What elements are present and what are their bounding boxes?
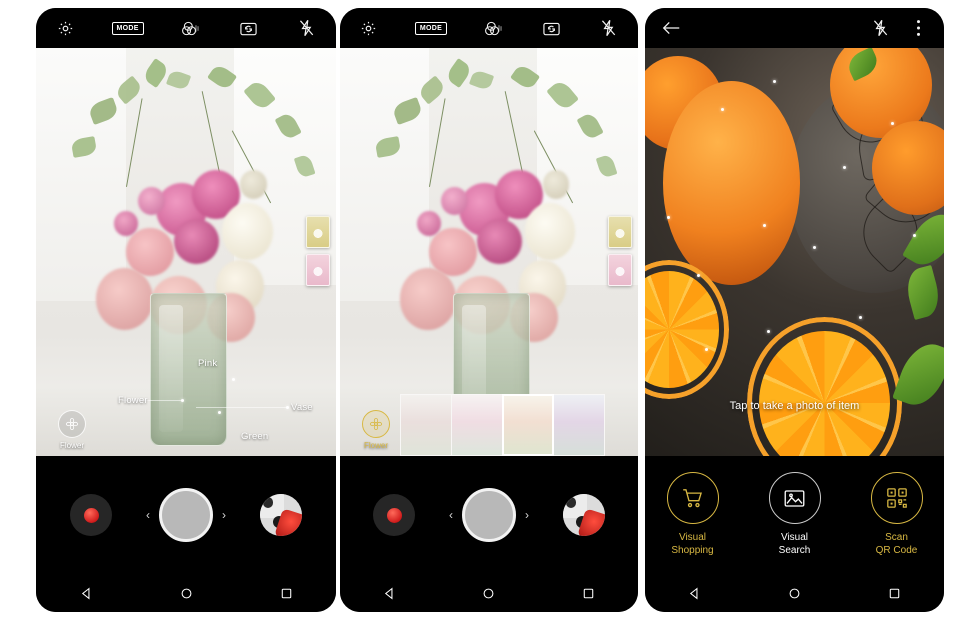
flash-off-icon[interactable] [597, 16, 621, 40]
nav-recents-icon[interactable] [275, 582, 297, 604]
camera-top-toolbar: MODE [36, 8, 336, 48]
scan-qr-button[interactable]: Scan QR Code [859, 472, 935, 557]
visual-shopping-button[interactable]: Visual Shopping [655, 472, 731, 557]
visual-shopping-line2: Shopping [671, 545, 714, 556]
mode-button[interactable]: MODE [111, 21, 144, 35]
screenshot-stage: MODE Pink Flower Vase Green Flower ‹ › M… [0, 0, 980, 620]
visual-search-line2: Search [778, 545, 811, 556]
suggestion-card-gold[interactable] [608, 216, 632, 248]
filter-thumb-4[interactable] [553, 394, 605, 456]
background-wall-left [36, 48, 126, 301]
android-nav-bar [340, 574, 638, 612]
nav-back-icon[interactable] [75, 582, 97, 604]
scene-mode-label: Flower [363, 441, 388, 450]
overflow-menu-icon[interactable] [906, 16, 930, 40]
android-nav-bar [645, 574, 944, 612]
switch-camera-icon[interactable] [539, 16, 563, 40]
visual-search-label: Visual Search [757, 531, 833, 557]
prev-mode-chevron-icon[interactable]: ‹ [146, 509, 150, 521]
next-mode-chevron-icon[interactable]: › [525, 509, 529, 521]
filter-thumb-1[interactable] [400, 394, 452, 456]
capture-hint-text: Tap to take a photo of item [729, 400, 860, 412]
settings-gear-icon[interactable] [357, 16, 381, 40]
ai-label-flower: Flower [118, 395, 148, 406]
visual-search-viewfinder[interactable]: Tap to take a photo of item [645, 48, 944, 456]
vase-highlight [159, 305, 183, 432]
camera-viewfinder[interactable]: Pink Flower Vase Green Flower [36, 48, 336, 456]
android-nav-bar [36, 574, 336, 612]
visual-search-button[interactable]: Visual Search [757, 472, 833, 557]
record-button[interactable] [70, 494, 112, 536]
oranges-photo [645, 48, 944, 456]
record-dot-icon [386, 507, 402, 523]
scan-qr-line1: Scan [885, 532, 908, 543]
nav-home-icon[interactable] [783, 582, 805, 604]
qr-code-icon [870, 472, 923, 524]
scene-mode-badge[interactable]: Flower [354, 410, 398, 450]
flower-photo [36, 48, 336, 456]
flower-icon [58, 410, 86, 438]
scan-qr-label: Scan QR Code [859, 531, 935, 557]
phone-panel-ai-cam-filters: MODE Flower ‹ › [340, 8, 638, 612]
suggestion-card-list [306, 216, 330, 286]
scene-mode-badge[interactable]: Flower [50, 410, 94, 450]
suggestion-card-list [608, 216, 632, 286]
settings-gear-icon[interactable] [53, 16, 77, 40]
camera-viewfinder[interactable]: Flower [340, 48, 638, 456]
nav-back-icon[interactable] [684, 582, 706, 604]
filter-thumb-2[interactable] [451, 394, 503, 456]
phone-panel-ai-cam: MODE Pink Flower Vase Green Flower ‹ › [36, 8, 336, 612]
camera-top-toolbar: MODE [340, 8, 638, 48]
filter-thumb-3[interactable] [502, 394, 554, 456]
color-filter-icon[interactable] [481, 16, 505, 40]
camera-control-bar: ‹ › [340, 456, 638, 574]
nav-back-icon[interactable] [379, 582, 401, 604]
scan-qr-line2: QR Code [875, 545, 918, 556]
record-button[interactable] [373, 494, 415, 536]
filter-filmstrip [400, 394, 605, 456]
switch-camera-icon[interactable] [236, 16, 260, 40]
visual-search-action-row: Visual Shopping Visual Search Scan QR Co… [645, 456, 944, 574]
nav-recents-icon[interactable] [883, 582, 905, 604]
phone-panel-visual-search: Tap to take a photo of item Visual Shopp… [645, 8, 944, 612]
shopping-cart-icon [666, 472, 719, 524]
suggestion-card-pink[interactable] [306, 254, 330, 286]
visual-shopping-line1: Visual [678, 532, 707, 543]
ai-label-pink: Pink [198, 358, 218, 369]
mode-button[interactable]: MODE [414, 21, 448, 35]
gallery-thumbnail[interactable] [563, 494, 605, 536]
scene-mode-label: Flower [59, 441, 84, 450]
record-dot-icon [83, 507, 99, 523]
visual-search-top-toolbar [645, 8, 944, 48]
nav-home-icon[interactable] [175, 582, 197, 604]
shutter-group: ‹ › [449, 488, 529, 542]
ai-label-green: Green [241, 431, 269, 442]
flash-off-icon[interactable] [295, 16, 319, 40]
prev-mode-chevron-icon[interactable]: ‹ [449, 509, 453, 521]
gallery-thumbnail[interactable] [260, 494, 302, 536]
flash-off-icon[interactable] [868, 16, 892, 40]
next-mode-chevron-icon[interactable]: › [222, 509, 226, 521]
shutter-group: ‹ › [146, 488, 226, 542]
visual-shopping-label: Visual Shopping [655, 531, 731, 557]
color-filter-icon[interactable] [178, 16, 202, 40]
shutter-button[interactable] [159, 488, 213, 542]
shutter-button[interactable] [462, 488, 516, 542]
visual-search-line1: Visual [780, 532, 809, 543]
nav-home-icon[interactable] [478, 582, 500, 604]
suggestion-card-gold[interactable] [306, 216, 330, 248]
back-arrow-icon[interactable] [659, 16, 683, 40]
image-icon [768, 472, 821, 524]
flower-icon [362, 410, 390, 438]
ai-label-vase: Vase [291, 402, 313, 413]
suggestion-card-pink[interactable] [608, 254, 632, 286]
nav-recents-icon[interactable] [577, 582, 599, 604]
camera-control-bar: ‹ › [36, 456, 336, 574]
